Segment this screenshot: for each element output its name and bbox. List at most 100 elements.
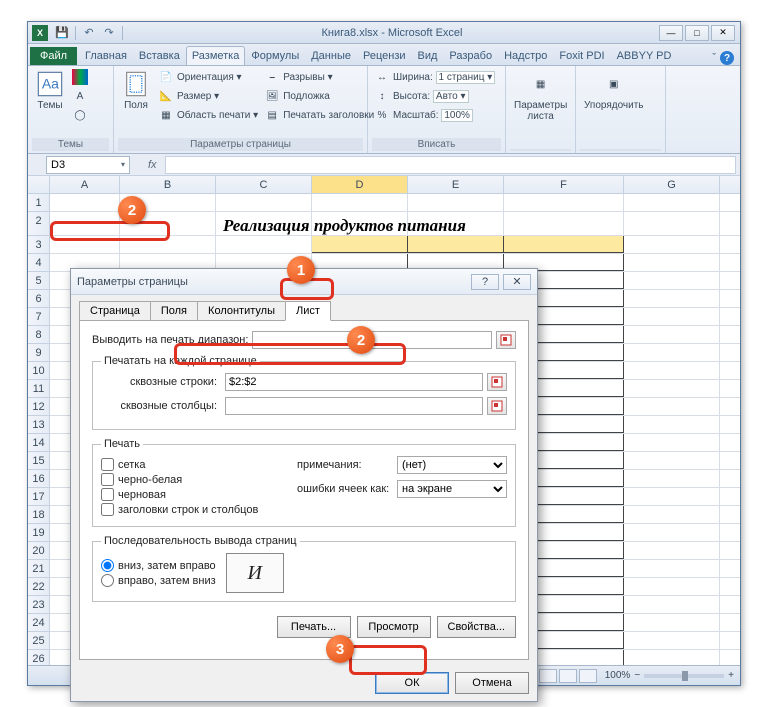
tab-pagelayout[interactable]: Разметка [186,46,246,65]
rows-repeat-input[interactable] [225,373,483,391]
ribbon-minimize-icon[interactable]: ˇ [712,52,716,64]
formula-input[interactable] [165,156,736,174]
orientation-icon: 📄 [158,69,174,85]
tab-insert[interactable]: Вставка [133,46,186,65]
theme-fonts[interactable]: A [70,87,93,105]
radio-down-over[interactable] [101,559,114,572]
breaks-button[interactable]: ⎯Разрывы ▾ [262,68,376,86]
group-page-label: Параметры страницы [118,138,363,151]
view-normal[interactable] [539,669,557,683]
fit-width[interactable]: ↔Ширина: 1 страниц ▾ [372,68,501,86]
arrange-button[interactable]: ▣ Упорядочить [580,68,648,113]
row-headers[interactable]: 1234567891011121314151617181920212223242… [28,194,50,666]
tab-review[interactable]: Рецензи [357,46,412,65]
redo-icon[interactable]: ↷ [100,24,118,42]
fit-height[interactable]: ↕Высота: Авто ▾ [372,87,501,105]
themes-icon: Aa [36,70,64,98]
dialog-actions: ОК Отмена [71,668,537,698]
print-options-label: Печать [101,438,143,450]
name-box[interactable]: D3▾ [46,156,130,174]
print-range-label: Выводить на печать диапазон: [92,334,248,346]
help-icon[interactable]: ? [720,51,734,65]
comments-select[interactable]: (нет) [397,456,507,474]
rows-repeat-label: сквозные строки: [101,376,217,388]
cols-repeat-label: сквозные столбцы: [101,400,217,412]
dialog-close-button[interactable]: ✕ [503,274,531,290]
margins-button[interactable]: Поля [118,68,154,113]
size-icon: 📐 [158,88,174,104]
ribbon: Aa Темы A ◯ Темы Поля 📄Ориентация ▾ [28,66,740,154]
sheet-heading: Реализация продуктов питания [223,216,466,236]
tab-developer[interactable]: Разрабо [443,46,498,65]
breaks-icon: ⎯ [264,69,280,85]
dialog-body: Выводить на печать диапазон: Печатать на… [79,320,529,660]
zoom-out-icon[interactable]: − [634,670,640,681]
fit-scale[interactable]: %Масштаб: 100% [372,106,501,124]
fonts-icon: A [72,88,88,104]
arrange-icon: ▣ [600,70,628,98]
dlg-tab-headerfooter[interactable]: Колонтитулы [197,301,286,320]
callout-2b: 2 [347,326,375,354]
dlg-tab-page[interactable]: Страница [79,301,151,320]
maximize-button[interactable]: □ [685,25,709,41]
tab-formulas[interactable]: Формулы [245,46,305,65]
scale-icon: % [374,107,390,123]
save-icon[interactable]: 💾 [53,24,71,42]
repeat-group-label: Печатать на каждой странице [101,355,260,367]
rows-repeat-picker[interactable] [487,373,507,391]
theme-colors[interactable] [70,68,93,86]
zoom-slider[interactable] [644,674,724,678]
view-layout[interactable] [559,669,577,683]
cols-repeat-input[interactable] [225,397,483,415]
tab-data[interactable]: Данные [305,46,357,65]
errors-label: ошибки ячеек как: [297,483,397,495]
svg-text:Aa: Aa [42,76,59,92]
colors-icon [72,69,88,85]
tab-view[interactable]: Вид [412,46,444,65]
dlg-tab-margins[interactable]: Поля [150,301,198,320]
chk-draft[interactable] [101,488,114,501]
excel-icon: X [32,25,48,41]
close-button[interactable]: ✕ [711,25,735,41]
tab-foxit[interactable]: Foxit PDI [553,46,610,65]
dialog-title: Параметры страницы [77,276,188,288]
tab-addins[interactable]: Надстро [498,46,553,65]
print-area-button[interactable]: ▦Область печати ▾ [156,106,260,124]
window-title: Книга8.xlsx - Microsoft Excel [126,27,658,39]
errors-select[interactable]: на экране [397,480,507,498]
column-headers[interactable]: ABCDEFG [50,176,740,194]
dialog-help-button[interactable]: ? [471,274,499,290]
cancel-button[interactable]: Отмена [455,672,529,694]
tab-abbyy[interactable]: ABBYY PD [611,46,678,65]
view-break[interactable] [579,669,597,683]
undo-icon[interactable]: ↶ [80,24,98,42]
orientation-button[interactable]: 📄Ориентация ▾ [156,68,260,86]
ok-button[interactable]: ОК [375,672,449,694]
fx-icon[interactable]: fx [148,159,157,171]
excel-window: X 💾 ↶ ↷ Книга8.xlsx - Microsoft Excel — … [27,21,741,686]
effects-icon: ◯ [72,107,88,123]
size-button[interactable]: 📐Размер ▾ [156,87,260,105]
background-button[interactable]: 🖼Подложка [262,87,376,105]
print-range-picker[interactable] [496,331,516,349]
chk-headings[interactable] [101,503,114,516]
themes-button[interactable]: Aa Темы [32,68,68,113]
radio-over-down[interactable] [101,574,114,587]
callout-1: 1 [287,256,315,284]
minimize-button[interactable]: — [659,25,683,41]
chk-bw[interactable] [101,473,114,486]
select-all-corner[interactable] [28,176,50,194]
chk-gridlines[interactable] [101,458,114,471]
theme-effects[interactable]: ◯ [70,106,93,124]
preview-button[interactable]: Просмотр [357,616,431,638]
properties-button[interactable]: Свойства... [437,616,516,638]
file-tab[interactable]: Файл [30,47,77,65]
print-titles-button[interactable]: ▤Печатать заголовки [262,106,376,124]
dlg-tab-sheet[interactable]: Лист [285,301,331,321]
tab-home[interactable]: Главная [79,46,133,65]
sheet-options-button[interactable]: ▦ Параметры листа [510,68,571,124]
zoom-in-icon[interactable]: + [728,670,734,681]
cols-repeat-picker[interactable] [487,397,507,415]
width-icon: ↔ [374,69,390,85]
group-themes-label: Темы [32,138,109,151]
